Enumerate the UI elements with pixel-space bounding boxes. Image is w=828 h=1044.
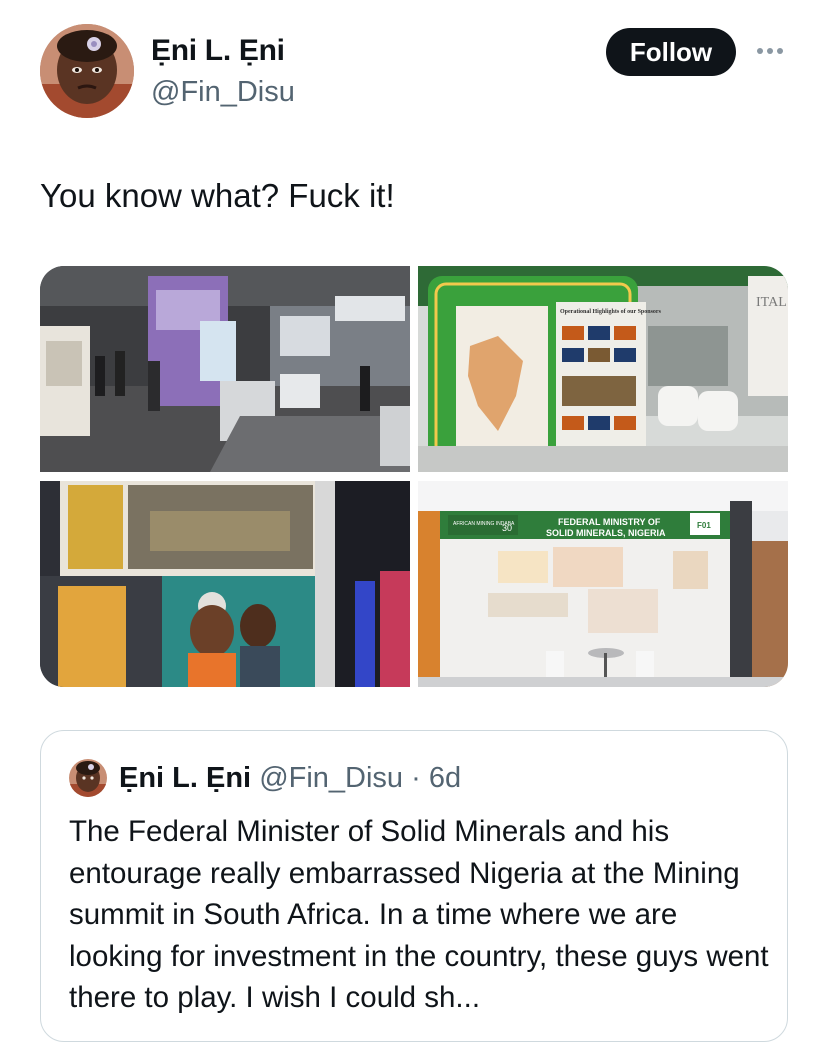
green-booth-photo[interactable]: ITAL Operational Highlights of our Spons…: [418, 266, 788, 472]
author-name[interactable]: Ẹni L. Ẹni: [151, 31, 285, 71]
quoted-timestamp[interactable]: 6d: [429, 762, 461, 794]
mining-poster-photo[interactable]: [40, 481, 410, 687]
avatar-image: [40, 24, 134, 118]
author-avatar[interactable]: [40, 24, 134, 118]
author-handle[interactable]: @Fin_Disu: [151, 73, 295, 111]
quoted-author-avatar[interactable]: [69, 759, 107, 797]
quoted-tweet[interactable]: Ẹni L. Ẹni @Fin_Disu · 6d The Federal Mi…: [40, 730, 788, 1042]
photo-text-30: 30: [502, 523, 512, 533]
more-dot: [767, 48, 773, 54]
quoted-author-name[interactable]: Ẹni L. Ẹni: [119, 762, 251, 794]
photo-text-ministry-1: FEDERAL MINISTRY OF: [558, 517, 661, 527]
ministry-booth-photo[interactable]: AFRICAN MINING INDABA 30 FEDERAL MINISTR…: [418, 481, 788, 687]
tweet-text: You know what? Fuck it!: [40, 177, 395, 214]
expo-hall-photo[interactable]: [40, 266, 410, 472]
photo-text-ital: ITAL: [756, 295, 787, 310]
quoted-tweet-text: The Federal Minister of Solid Minerals a…: [69, 815, 769, 1014]
quoted-author-handle[interactable]: @Fin_Disu: [259, 762, 403, 794]
more-options-icon[interactable]: [752, 38, 788, 64]
photo-text-ministry-2: SOLID MINERALS, NIGERIA: [546, 528, 666, 538]
photo-text-f01: F01: [697, 521, 711, 530]
media-grid: ITAL Operational Highlights of our Spons…: [40, 266, 788, 687]
more-dot: [777, 48, 783, 54]
more-dot: [757, 48, 763, 54]
follow-button[interactable]: Follow: [606, 28, 736, 76]
photo-text-highlights: Operational Highlights of our Sponsors: [560, 309, 662, 315]
quoted-header: Ẹni L. Ẹni @Fin_Disu · 6d: [119, 758, 461, 798]
quoted-separator: ·: [403, 762, 429, 794]
